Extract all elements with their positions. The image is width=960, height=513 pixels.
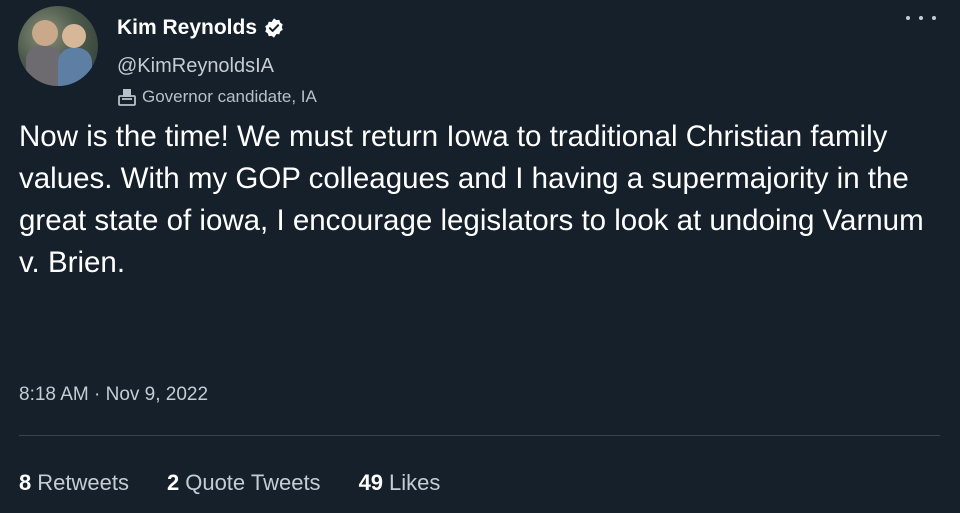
author-name[interactable]: Kim Reynolds xyxy=(117,16,257,40)
quote-tweets-stat[interactable]: 2 Quote Tweets xyxy=(167,470,321,496)
ballot-box-icon xyxy=(118,89,136,106)
more-options-icon[interactable] xyxy=(906,12,936,24)
retweets-stat[interactable]: 8 Retweets xyxy=(19,470,129,496)
more-dot xyxy=(906,16,910,20)
author-name-row[interactable]: Kim Reynolds xyxy=(117,16,285,40)
tweet-text: Now is the time! We must return Iowa to … xyxy=(19,120,924,279)
tweet-stats: 8 Retweets 2 Quote Tweets 49 Likes xyxy=(19,470,478,496)
avatar-face xyxy=(32,20,58,46)
quote-tweets-count: 2 xyxy=(166,470,180,495)
divider xyxy=(19,435,940,436)
avatar-face xyxy=(62,24,86,48)
avatar-figure xyxy=(26,46,62,86)
more-dot xyxy=(932,16,936,20)
verified-badge-icon xyxy=(265,18,283,38)
retweets-label: Retweets xyxy=(37,470,129,495)
quote-tweets-label: Quote Tweets xyxy=(185,470,321,495)
likes-stat[interactable]: 49 Likes xyxy=(359,470,441,496)
more-dot xyxy=(919,16,923,20)
avatar[interactable] xyxy=(18,6,98,86)
likes-label: Likes xyxy=(389,470,441,495)
author-handle[interactable]: @KimReynoldsIA xyxy=(117,55,274,78)
likes-count: 49 xyxy=(358,470,384,495)
account-label: Governor candidate, IA xyxy=(117,87,317,107)
avatar-figure xyxy=(58,48,92,86)
retweets-count: 8 xyxy=(19,470,32,495)
account-label-text: Governor candidate, IA xyxy=(142,87,317,106)
tweet-timestamp[interactable]: 8:18 AM · Nov 9, 2022 xyxy=(19,384,208,406)
